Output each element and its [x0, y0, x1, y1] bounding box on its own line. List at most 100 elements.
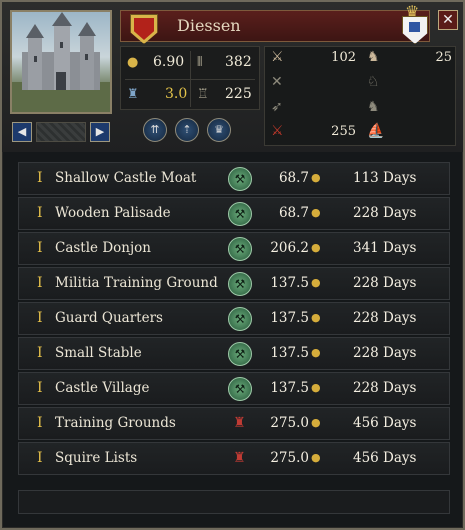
building-name: Wooden Palisade — [55, 205, 171, 221]
troop-value: 102 — [331, 50, 356, 65]
pikemen-icon: ✕ — [271, 74, 283, 90]
building-cost: 137.5 — [270, 345, 309, 361]
building-level: I — [37, 415, 43, 431]
building-time: 113 Days — [353, 170, 417, 186]
building-level: I — [37, 240, 43, 256]
building-level: I — [37, 380, 43, 396]
troops-grid: ⚔ 102 ♞ 25 ✕ ♘ ➶ ♞ ⚔ 255 ⛵ — [264, 46, 456, 146]
close-button[interactable]: ✕ — [438, 10, 458, 30]
holding-title: Diessen — [177, 16, 241, 35]
troop-value: 25 — [435, 50, 452, 65]
gold-icon: ● — [311, 241, 321, 254]
building-name: Militia Training Ground — [55, 275, 218, 291]
building-row[interactable]: I Guard Quarters ⚒ 137.5 ● 228 Days — [18, 302, 450, 335]
build-hammer-icon[interactable]: ⚒ — [228, 237, 252, 261]
building-name: Training Grounds — [55, 415, 176, 431]
troop-cell: ⛵ — [361, 121, 456, 145]
building-name: Shallow Castle Moat — [55, 170, 197, 186]
list-footer — [18, 490, 450, 514]
gold-icon: ● — [311, 171, 321, 184]
raise-levies-button[interactable]: ⇈ — [143, 118, 167, 142]
troop-cell: ♘ — [361, 72, 456, 96]
building-cost: 137.5 — [270, 275, 309, 291]
building-row[interactable]: I Small Stable ⚒ 137.5 ● 228 Days — [18, 337, 450, 370]
holding-header: Diessen ♛ ✕ ● 6.90 ⫴ 382 ♜ 3.0 ♖ 225 ⚔ 1… — [2, 2, 463, 152]
building-row[interactable]: I Castle Village ⚒ 137.5 ● 228 Days — [18, 372, 450, 405]
building-time: 228 Days — [353, 205, 417, 221]
holding-info-button[interactable]: ♛ — [207, 118, 231, 142]
locked-castle-icon: ♜ — [233, 415, 246, 431]
building-level: I — [37, 345, 43, 361]
building-level: I — [37, 275, 43, 291]
gold-icon: ● — [311, 451, 321, 464]
building-cost: 137.5 — [270, 310, 309, 326]
troop-cell: ♞ 25 — [361, 47, 456, 71]
building-name: Castle Donjon — [55, 240, 151, 256]
building-name: Squire Lists — [55, 450, 138, 466]
holding-navigation: ◀ ▶ — [10, 120, 112, 146]
building-name: Guard Quarters — [55, 310, 163, 326]
building-list: I Shallow Castle Moat ⚒ 68.7 ● 113 Days … — [18, 162, 450, 482]
building-time: 456 Days — [353, 450, 417, 466]
gold-income-icon: ● — [127, 55, 139, 70]
troop-cell: ⚔ 255 — [265, 121, 360, 145]
building-row[interactable]: I Castle Donjon ⚒ 206.2 ● 341 Days — [18, 232, 450, 265]
building-cost: 206.2 — [270, 240, 309, 256]
light-infantry-icon: ⚔ — [271, 49, 284, 65]
building-level: I — [37, 310, 43, 326]
title-bar: Diessen — [120, 10, 430, 42]
previous-holding-button[interactable]: ◀ — [12, 122, 32, 142]
building-time: 456 Days — [353, 415, 417, 431]
building-cost: 137.5 — [270, 380, 309, 396]
building-level: I — [37, 450, 43, 466]
garrison-value: 225 — [225, 86, 252, 102]
building-time: 228 Days — [353, 345, 417, 361]
levy-value: 382 — [225, 54, 252, 70]
build-hammer-icon[interactable]: ⚒ — [228, 307, 252, 331]
building-time: 228 Days — [353, 380, 417, 396]
build-hammer-icon[interactable]: ⚒ — [228, 342, 252, 366]
holding-window: Diessen ♛ ✕ ● 6.90 ⫴ 382 ♜ 3.0 ♖ 225 ⚔ 1… — [0, 0, 465, 530]
building-cost: 275.0 — [270, 415, 309, 431]
holding-stats: ● 6.90 ⫴ 382 ♜ 3.0 ♖ 225 — [120, 46, 260, 110]
troop-value: 255 — [331, 124, 356, 139]
building-time: 228 Days — [353, 275, 417, 291]
troop-cell: ✕ — [265, 72, 360, 96]
stats-divider-h — [125, 79, 255, 80]
raise-single-levy-button[interactable]: ⇡ — [175, 118, 199, 142]
troop-cell: ♞ — [361, 97, 456, 121]
gold-icon: ● — [311, 381, 321, 394]
total-troops-icon: ⚔ — [271, 123, 284, 139]
building-row[interactable]: I Wooden Palisade ⚒ 68.7 ● 228 Days — [18, 197, 450, 230]
troop-cell: ➶ — [265, 97, 360, 121]
building-time: 228 Days — [353, 310, 417, 326]
building-row[interactable]: I Training Grounds ♜ 275.0 ● 456 Days — [18, 407, 450, 440]
building-name: Castle Village — [55, 380, 150, 396]
gold-icon: ● — [311, 206, 321, 219]
building-cost: 275.0 — [270, 450, 309, 466]
build-hammer-icon[interactable]: ⚒ — [228, 377, 252, 401]
troop-cell: ⚔ 102 — [265, 47, 360, 71]
building-row[interactable]: I Squire Lists ♜ 275.0 ● 456 Days — [18, 442, 450, 475]
levy-icon: ⫴ — [197, 55, 203, 70]
navigation-plate — [36, 122, 86, 142]
building-row[interactable]: I Shallow Castle Moat ⚒ 68.7 ● 113 Days — [18, 162, 450, 195]
tech-value: 3.0 — [165, 86, 188, 102]
building-name: Small Stable — [55, 345, 142, 361]
building-row[interactable]: I Militia Training Ground ⚒ 137.5 ● 228 … — [18, 267, 450, 300]
knights-icon: ♞ — [367, 99, 380, 115]
building-level: I — [37, 170, 43, 186]
light-cavalry-icon: ♘ — [367, 74, 380, 90]
gold-income-value: 6.90 — [153, 54, 185, 70]
gold-icon: ● — [311, 416, 321, 429]
build-hammer-icon[interactable]: ⚒ — [228, 167, 252, 191]
heavy-infantry-icon: ♞ — [367, 49, 380, 65]
tech-icon: ♜ — [127, 87, 139, 102]
next-holding-button[interactable]: ▶ — [90, 122, 110, 142]
build-hammer-icon[interactable]: ⚒ — [228, 202, 252, 226]
build-hammer-icon[interactable]: ⚒ — [228, 272, 252, 296]
ships-icon: ⛵ — [367, 123, 385, 139]
locked-castle-icon: ♜ — [233, 450, 246, 466]
garrison-icon: ♖ — [197, 87, 209, 102]
archers-icon: ➶ — [271, 99, 283, 115]
